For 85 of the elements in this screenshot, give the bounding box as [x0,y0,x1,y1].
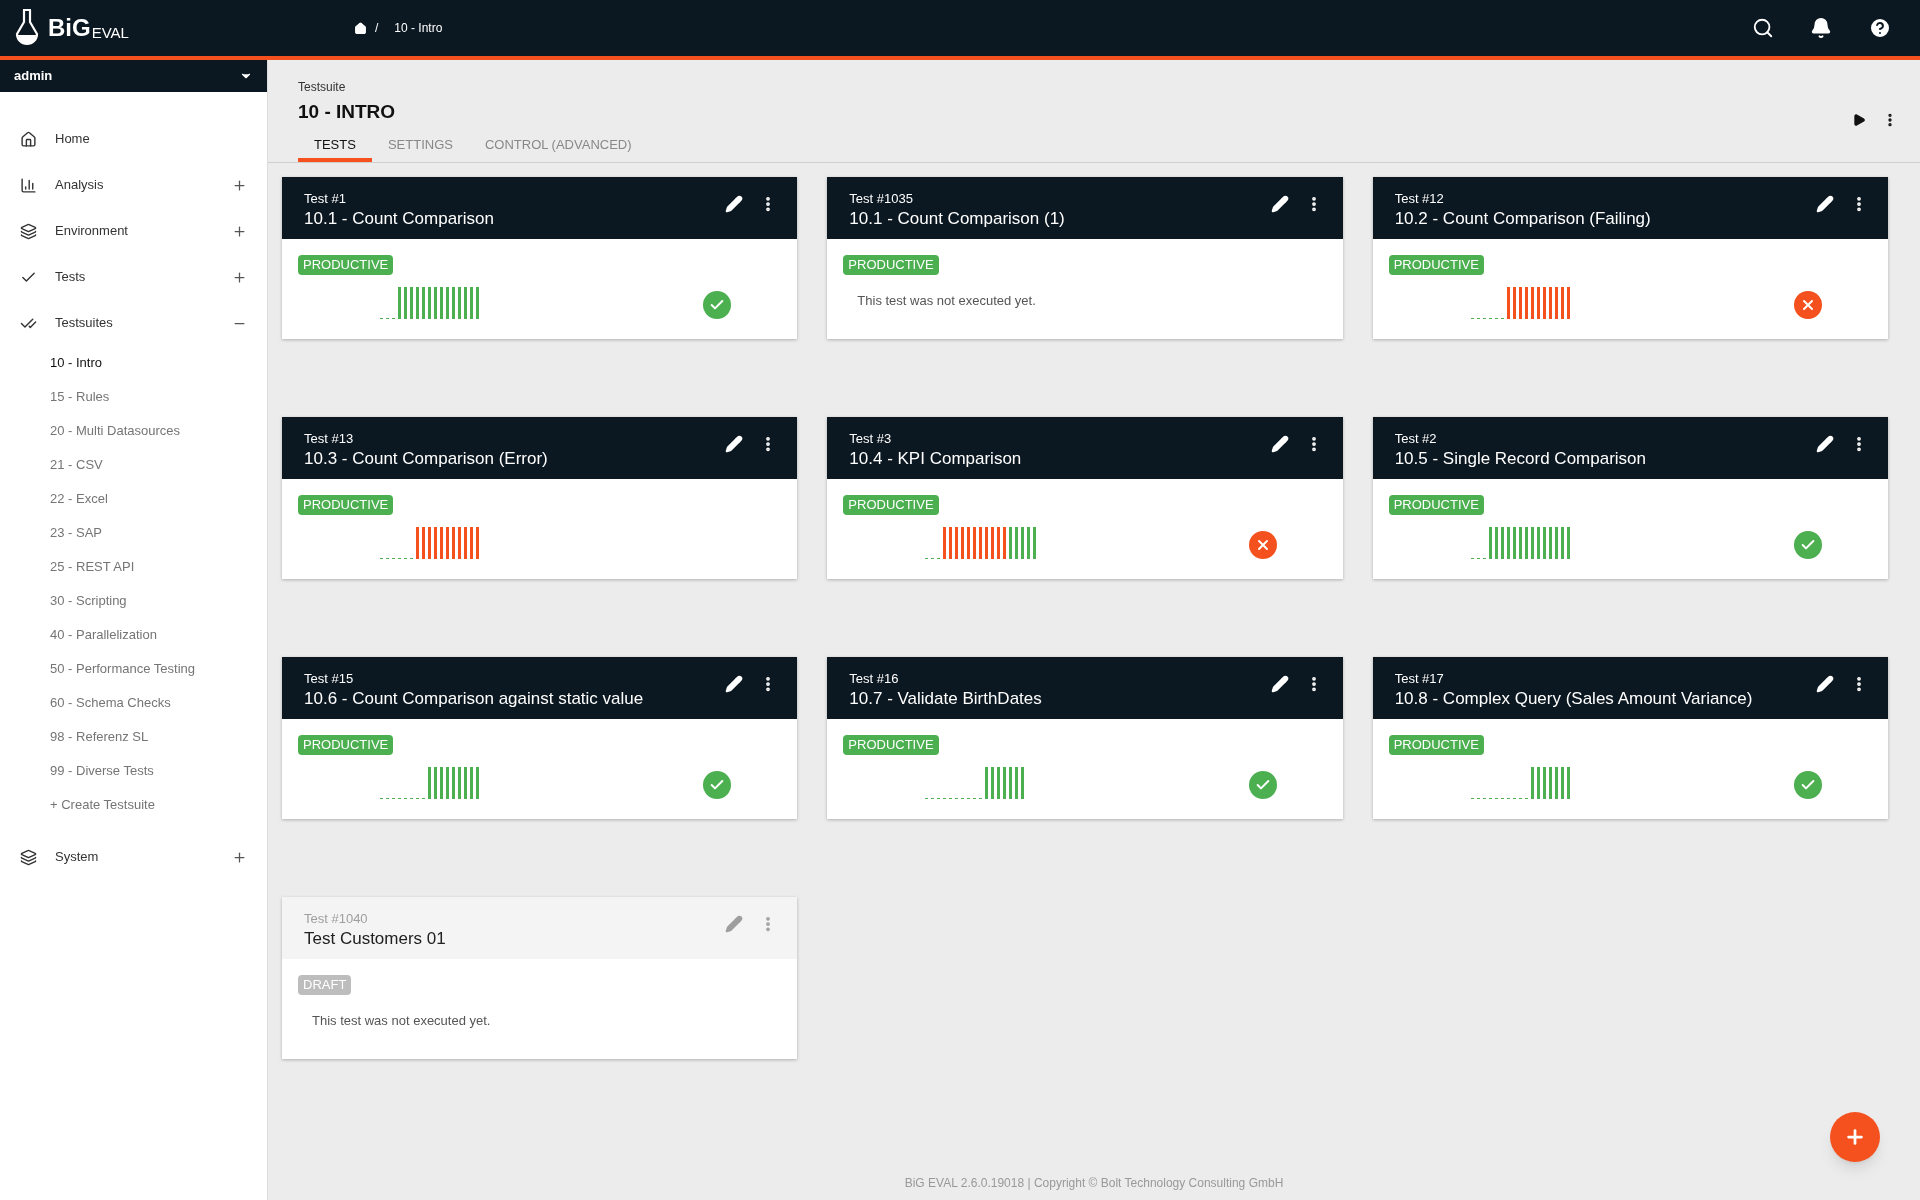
tab[interactable]: TESTS [298,132,372,162]
test-name: 10.3 - Count Comparison (Error) [304,448,548,470]
test-card[interactable]: Test #16 10.7 - Validate BirthDates PRODUCTIVE [827,657,1343,819]
test-number: Test #16 [849,671,900,687]
testsuite-link[interactable]: 25 - REST API [0,550,267,584]
test-card[interactable]: Test #1 10.1 - Count Comparison PRODUCTIVE [282,177,798,339]
breadcrumb-link[interactable]: 10 - Intro [394,19,443,37]
testsuite-link[interactable]: 23 - SAP [0,516,267,550]
state-badge: PRODUCTIVE [843,735,939,755]
test-name: Test Customers 01 [304,928,446,950]
home-icon [20,130,37,148]
bar-chart-icon [20,176,37,194]
test-card[interactable]: Test #3 10.4 - KPI Comparison PRODUCTIVE [827,417,1343,579]
sidebar-item[interactable]: Environment [0,208,267,254]
test-number: Test #3 [849,431,893,447]
testsuite-link[interactable]: 21 - CSV [0,448,267,482]
state-badge: PRODUCTIVE [843,255,939,275]
state-badge: PRODUCTIVE [1388,735,1484,755]
state-badge: PRODUCTIVE [298,255,394,275]
sidebar-item[interactable]: Tests [0,254,267,300]
test-number: Test #15 [304,671,355,687]
expand-icon[interactable] [232,849,247,865]
state-badge: PRODUCTIVE [298,495,394,515]
state-badge: PRODUCTIVE [843,495,939,515]
test-card[interactable]: Test #17 10.8 - Complex Query (Sales Amount Variance) PRODUCTIVE [1372,657,1888,819]
breadcrumb-separator: / [375,20,379,37]
test-name: 10.5 - Single Record Comparison [1394,448,1646,470]
notifications-icon[interactable] [1810,17,1832,39]
expand-icon[interactable] [232,269,247,285]
sidebar-item[interactable]: Home [0,116,267,162]
home-icon[interactable] [354,21,367,35]
test-name: 10.8 - Complex Query (Sales Amount Variance) [1394,688,1753,710]
test-number: Test #1 [304,191,347,207]
testsuite-link[interactable]: 20 - Multi Datasources [0,414,267,448]
page-title: 10 - INTRO [298,100,396,124]
sidebar-item[interactable]: Analysis [0,162,267,208]
sidebar-item[interactable]: Testsuites [0,300,267,346]
test-card[interactable]: Test #13 10.3 - Count Comparison (Error) PRODUCTIVE [282,417,798,579]
testsuite-link[interactable]: 22 - Excel [0,482,267,516]
search-icon[interactable] [1752,17,1774,39]
testsuite-link[interactable]: 99 - Diverse Tests [0,754,267,788]
testsuite-link[interactable]: 15 - Rules [0,380,267,414]
test-name: 10.4 - KPI Comparison [849,448,1022,470]
flask-logo-icon [14,8,40,48]
test-name: 10.1 - Count Comparison (1) [849,208,1065,230]
help-icon[interactable] [1868,16,1892,40]
testsuite-link[interactable]: 98 - Referenz SL [0,720,267,754]
test-name: 10.1 - Count Comparison [304,208,494,230]
state-badge: PRODUCTIVE [1388,495,1484,515]
plus-icon [1844,1126,1866,1148]
test-card[interactable]: Test #15 10.6 - Count Comparison against static value PRODUCTIVE [282,657,798,819]
state-badge: DRAFT [298,975,352,995]
test-number: Test #12 [1394,191,1445,207]
test-number: Test #1035 [849,191,914,207]
test-number: Test #17 [1394,671,1445,687]
test-name: 10.6 - Count Comparison against static value [304,688,644,710]
test-card[interactable]: Test #12 10.2 - Count Comparison (Failing) PRODUCTIVE [1372,177,1888,339]
test-number: Test #13 [304,431,355,447]
state-badge: PRODUCTIVE [298,735,394,755]
test-number: Test #1040 [304,911,369,927]
app-logo: BiGEVAL [48,16,129,40]
test-name: 10.2 - Count Comparison (Failing) [1394,208,1651,230]
footer-text: BiG EVAL 2.6.0.19018 | Copyright © Bolt Technology Consulting GmbH [903,1175,1285,1192]
testsuite-link[interactable]: 30 - Scripting [0,584,267,618]
testsuite-link[interactable]: 40 - Parallelization [0,618,267,652]
sidebar-item[interactable]: System [0,834,267,880]
test-name: 10.7 - Validate BirthDates [849,688,1042,710]
test-card[interactable]: Test #1035 10.1 - Count Comparison (1) PRODUCTIVE This test was not executed yet. [827,177,1343,339]
state-badge: PRODUCTIVE [1388,255,1484,275]
testsuite-link[interactable]: + Create Testsuite [0,788,267,822]
testsuite-link[interactable]: 10 - Intro [0,346,267,380]
page-subtitle: Testsuite [298,79,347,96]
user-menu[interactable]: admin [0,60,267,92]
testsuite-link[interactable]: 50 - Performance Testing [0,652,267,686]
test-number: Test #2 [1394,431,1438,447]
expand-icon[interactable] [232,177,247,193]
not-executed-note: This test was not executed yet. [311,1012,492,1030]
testsuite-link[interactable]: 60 - Schema Checks [0,686,267,720]
layers-icon [20,848,37,866]
layers-icon [20,222,37,240]
test-card[interactable]: Test #2 10.5 - Single Record Comparison PRODUCTIVE [1372,417,1888,579]
not-executed-note: This test was not executed yet. [856,292,1037,310]
add-button[interactable] [1830,1112,1880,1162]
run-icon[interactable] [1852,113,1866,127]
expand-icon[interactable] [232,223,247,239]
